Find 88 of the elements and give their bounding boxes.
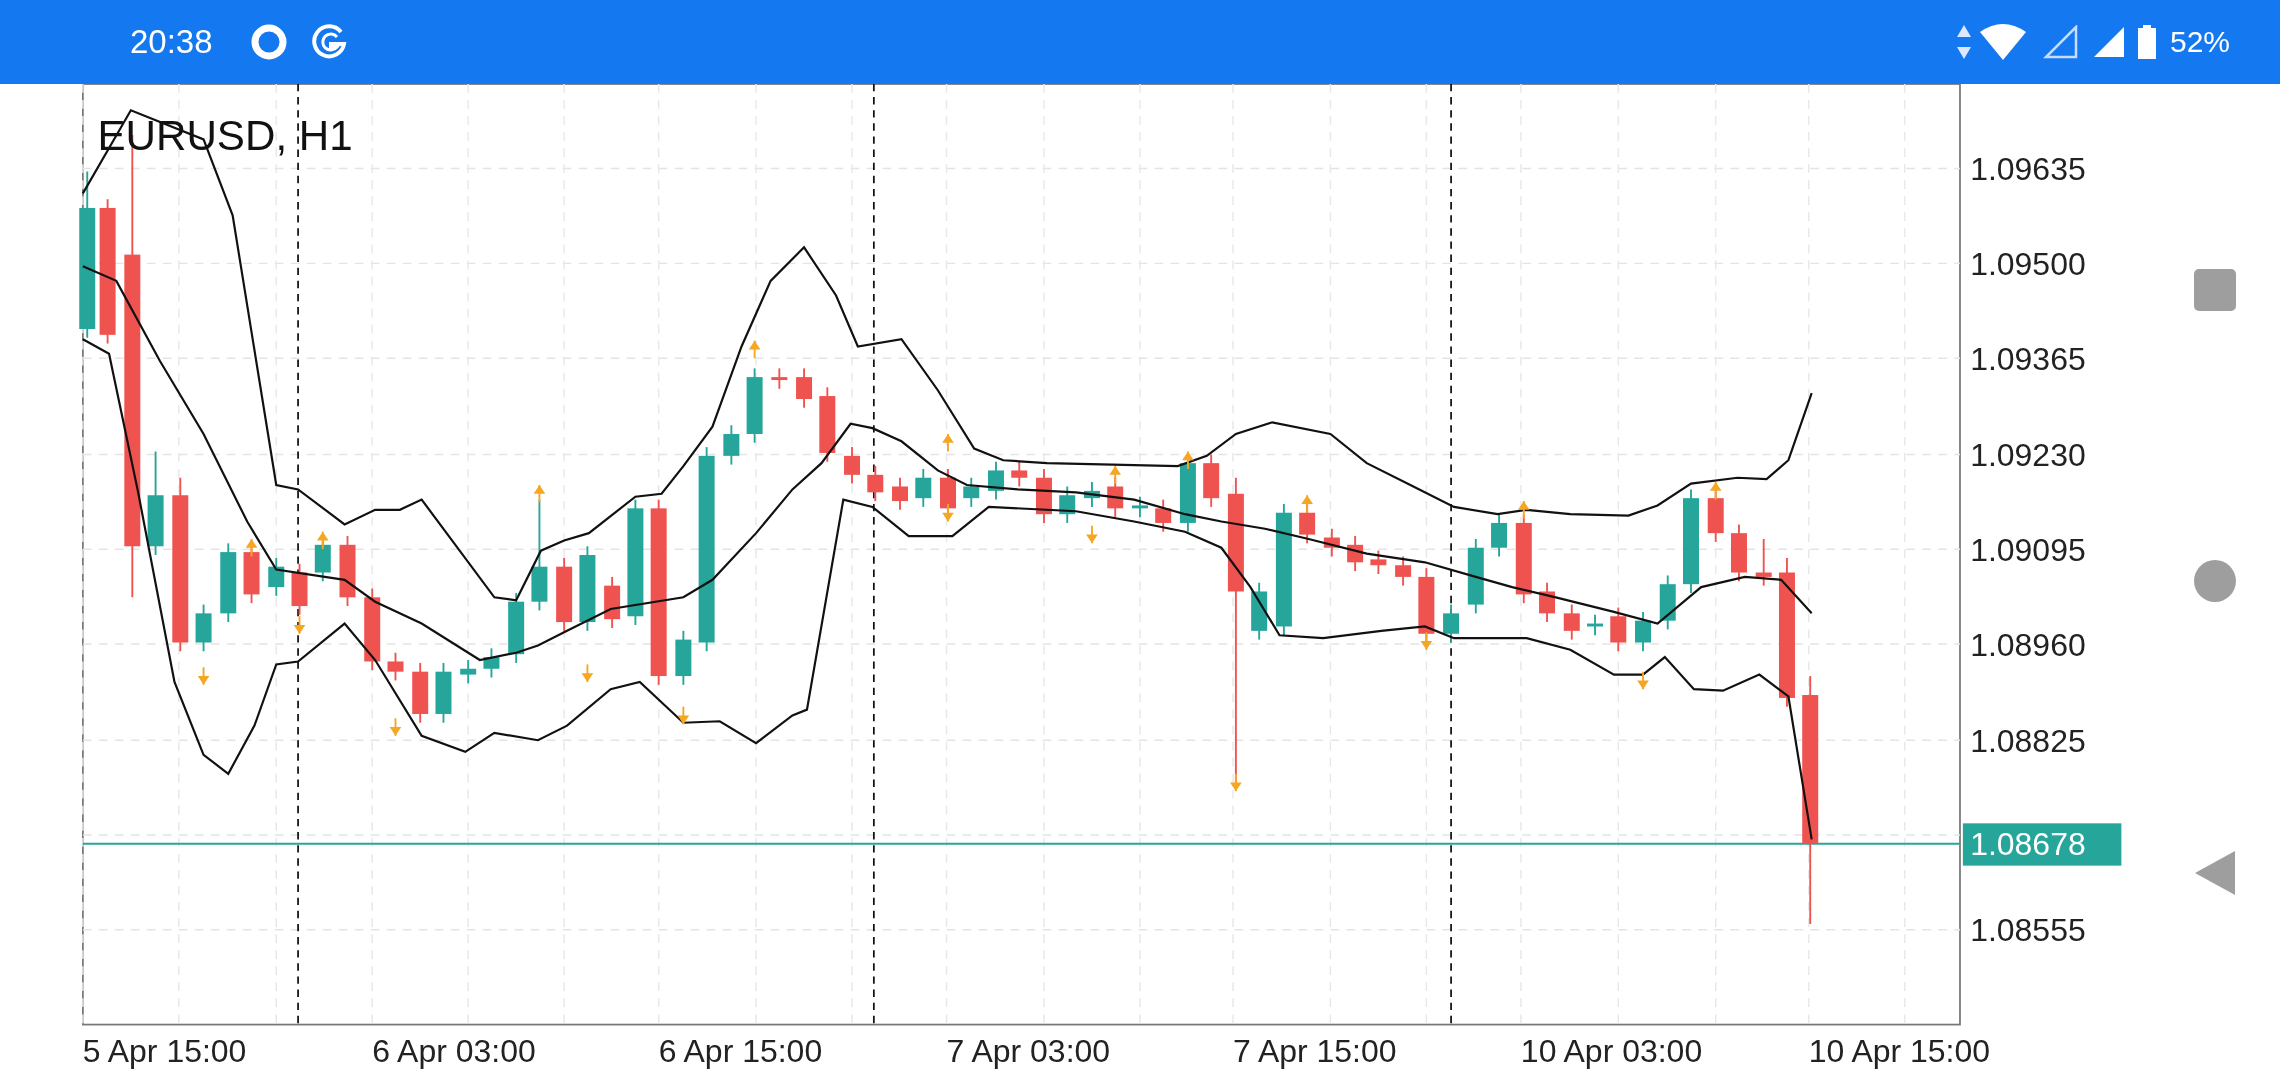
candlestick — [915, 468, 932, 508]
price-tag: 1.08678 — [1962, 823, 2122, 866]
candlestick — [963, 476, 980, 508]
price-axis-label: 1.08555 — [1970, 912, 2086, 949]
down-arrow-icon — [1420, 631, 1433, 651]
candlestick — [1011, 460, 1028, 488]
up-arrow-icon — [1517, 500, 1530, 520]
candlestick — [387, 651, 404, 682]
candlestick — [1610, 606, 1627, 653]
candlestick — [1155, 498, 1172, 533]
candlestick — [1251, 581, 1268, 641]
candlestick — [1659, 574, 1676, 631]
candlestick — [1731, 523, 1747, 583]
candlestick — [771, 367, 788, 390]
down-arrow-icon — [197, 666, 210, 686]
up-arrow-icon — [1301, 494, 1313, 514]
price-axis-label: 1.09635 — [1970, 151, 2086, 188]
candlestick — [483, 647, 500, 679]
candlestick — [1035, 468, 1052, 524]
candlestick — [892, 476, 908, 511]
candlestick — [1083, 481, 1100, 508]
candlestick — [1347, 535, 1364, 572]
candlestick — [796, 367, 813, 409]
candlestick — [508, 592, 525, 664]
g-logo-icon — [310, 23, 347, 61]
candlestick — [675, 629, 692, 686]
candlestick — [723, 424, 740, 466]
battery-icon — [2137, 25, 2156, 59]
wifi-icon — [1979, 24, 2026, 60]
data-arrows-icon — [1955, 25, 1972, 59]
up-arrow-icon — [942, 433, 954, 453]
status-time: 20:38 — [130, 23, 213, 61]
candlestick — [988, 460, 1004, 501]
time-axis-label: 6 Apr 15:00 — [658, 1033, 823, 1070]
price-axis-label: 1.09365 — [1970, 340, 2086, 377]
price-axis-label: 1.09500 — [1970, 246, 2086, 283]
up-arrow-icon — [1182, 450, 1194, 470]
down-arrow-icon — [942, 503, 954, 523]
down-arrow-icon — [389, 717, 402, 737]
up-arrow-icon — [1109, 465, 1122, 485]
recents-button[interactable] — [2191, 266, 2238, 313]
down-arrow-icon — [293, 615, 306, 635]
candlestick — [435, 662, 452, 724]
down-arrow-icon — [677, 705, 690, 726]
candlestick — [268, 557, 285, 597]
battery-percentage: 52% — [2169, 25, 2230, 59]
candlestick — [1491, 513, 1508, 558]
candlestick — [1539, 581, 1556, 624]
price-axis-label: 1.08825 — [1970, 722, 2086, 759]
candlestick — [195, 603, 212, 653]
time-axis-label: 6 Apr 03:00 — [372, 1033, 536, 1070]
candlestick — [844, 446, 861, 485]
price-axis-label: 1.08960 — [1970, 626, 2086, 663]
time-axis-label: 10 Apr 03:00 — [1520, 1033, 1703, 1070]
candlestick — [1203, 453, 1220, 508]
candlestick — [412, 662, 429, 724]
candlestick — [1755, 538, 1772, 587]
candlestick — [1587, 613, 1604, 637]
candlestick — [1635, 610, 1651, 653]
time-axis-label: 5 Apr 15:00 — [82, 1033, 247, 1070]
candlestick — [339, 535, 356, 607]
candlestick — [604, 575, 621, 629]
up-arrow-icon — [245, 538, 258, 558]
candlestick — [291, 562, 308, 616]
time-axis-label: 7 Apr 15:00 — [1233, 1033, 1397, 1070]
candlestick — [1131, 495, 1148, 519]
candlestick — [867, 465, 884, 502]
price-axis-label: 1.09230 — [1970, 437, 2086, 474]
candlestick — [1323, 527, 1340, 558]
candlestick — [460, 659, 477, 685]
time-axis-label: 10 Apr 15:00 — [1808, 1033, 1991, 1070]
up-arrow-icon — [1709, 481, 1722, 501]
candlestick — [1059, 485, 1076, 524]
up-arrow-icon — [533, 484, 546, 504]
up-arrow-icon — [316, 530, 329, 551]
candlestick — [1370, 549, 1387, 575]
candlestick — [1443, 603, 1460, 644]
price-axis-label: 1.09095 — [1970, 531, 2086, 568]
down-arrow-icon — [1086, 524, 1098, 545]
home-button[interactable] — [2191, 558, 2238, 604]
up-arrow-icon — [748, 339, 761, 360]
down-arrow-icon — [1637, 670, 1649, 691]
down-arrow-icon — [1230, 772, 1242, 793]
candlestick — [1563, 603, 1580, 641]
candlestick — [1395, 555, 1412, 587]
time-axis-label: 7 Apr 03:00 — [946, 1033, 1111, 1070]
signal-icon — [2041, 25, 2078, 59]
down-arrow-icon — [581, 663, 594, 683]
